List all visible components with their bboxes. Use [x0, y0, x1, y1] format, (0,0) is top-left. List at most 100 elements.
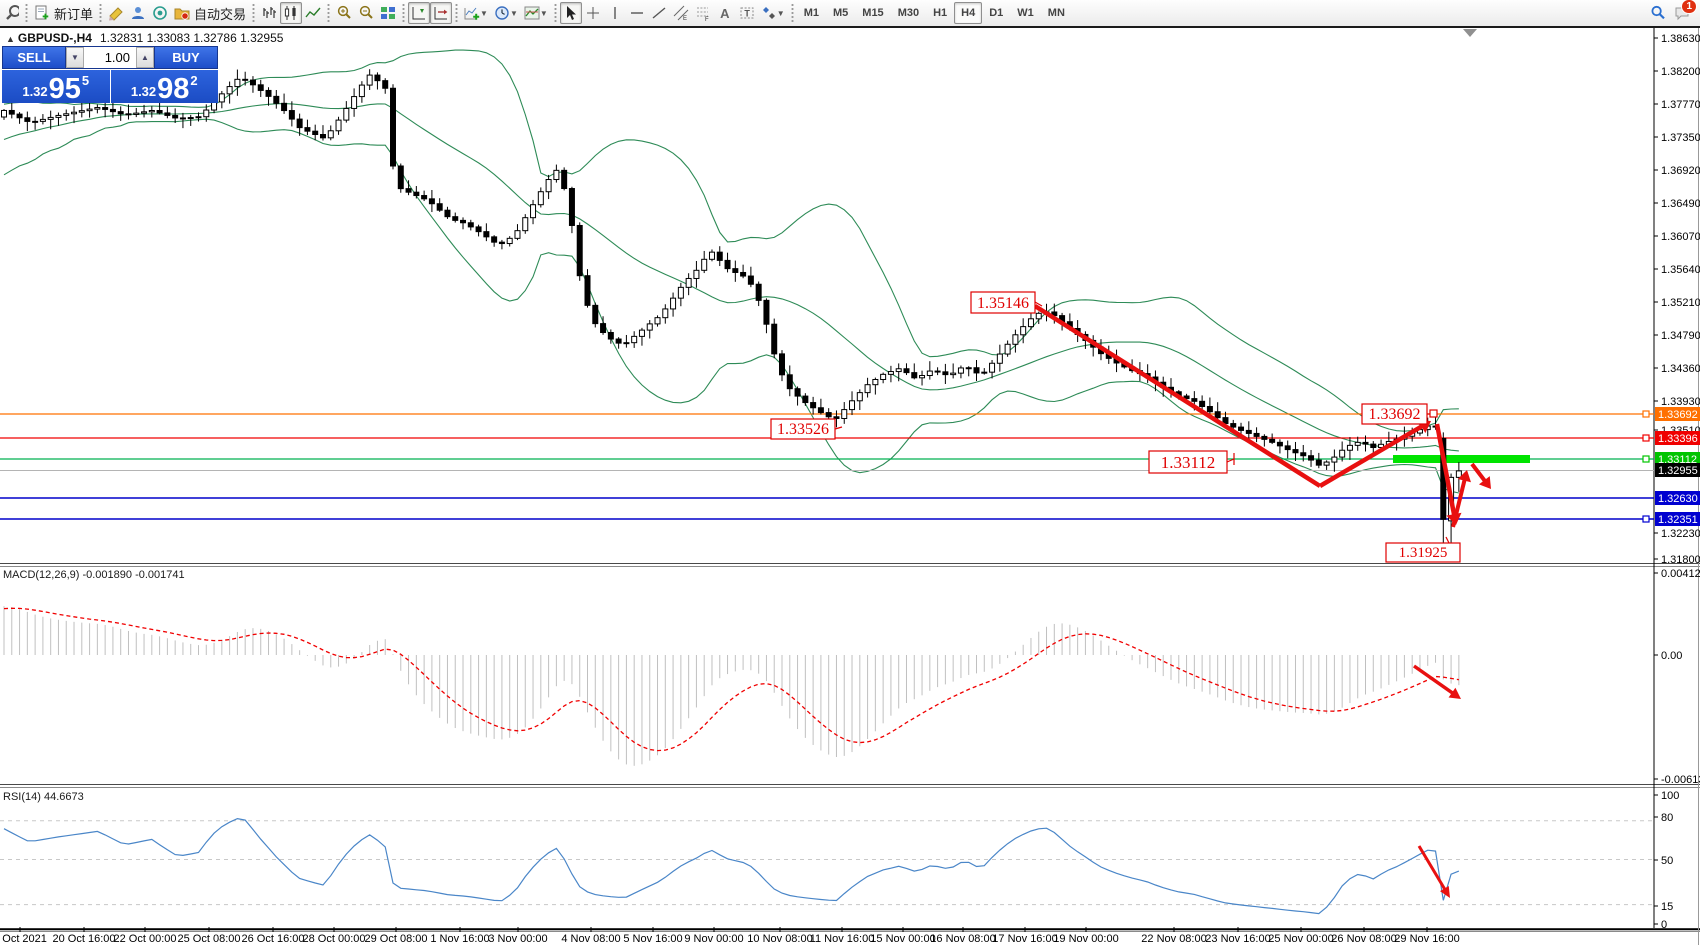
chart-canvas[interactable]: 1.386301.382001.377701.373501.369201.364…	[0, 0, 1700, 945]
profile-icon	[130, 5, 146, 21]
auto-scroll-button[interactable]	[430, 2, 452, 24]
toolbar-grip	[454, 3, 459, 23]
text-label-button[interactable]: T	[736, 2, 758, 24]
svg-text:1.35640: 1.35640	[1661, 264, 1700, 276]
timeframe-button-m15[interactable]: M15	[855, 2, 890, 24]
fibonacci-button[interactable]: F	[692, 2, 714, 24]
chart-symbol-period: GBPUSD-,H4	[18, 31, 92, 45]
dropdown-caret: ▼	[480, 9, 488, 18]
timeframe-button-h1[interactable]: H1	[926, 2, 954, 24]
svg-text:3 Nov 00:00: 3 Nov 00:00	[488, 933, 547, 945]
alerts-button[interactable]	[149, 2, 171, 24]
sound-icon	[152, 5, 168, 21]
volume-decrease-button[interactable]: ▼	[66, 47, 84, 68]
svg-text:28 Oct 00:00: 28 Oct 00:00	[303, 933, 366, 945]
timeframe-button-m30[interactable]: M30	[891, 2, 926, 24]
timeframe-button-h4[interactable]: H4	[954, 2, 982, 24]
svg-text:5 Nov 16:00: 5 Nov 16:00	[623, 933, 682, 945]
cursor-button[interactable]	[560, 2, 582, 24]
sell-price-big: 95	[49, 76, 81, 102]
svg-text:1.36490: 1.36490	[1661, 198, 1700, 210]
search-icon[interactable]	[1650, 5, 1666, 21]
new-order-label: 新订单	[54, 4, 93, 23]
timeframe-button-w1[interactable]: W1	[1010, 2, 1041, 24]
timeframe-button-d1[interactable]: D1	[982, 2, 1010, 24]
svg-text:1.34790: 1.34790	[1661, 330, 1700, 342]
auto-trading-label: 自动交易	[194, 4, 246, 23]
notifications-button[interactable]: 1	[1674, 5, 1690, 21]
vertical-line-button[interactable]	[604, 2, 626, 24]
trendline-button[interactable]	[648, 2, 670, 24]
rsi-label: RSI(14) 44.6673	[3, 791, 84, 803]
zoom-out-button[interactable]	[355, 2, 377, 24]
svg-text:22 Oct 00:00: 22 Oct 00:00	[114, 933, 177, 945]
svg-text:1 Nov 16:00: 1 Nov 16:00	[430, 933, 489, 945]
volume-increase-button[interactable]: ▲	[136, 47, 154, 68]
crosshair-button[interactable]	[582, 2, 604, 24]
svg-text:25 Nov 00:00: 25 Nov 00:00	[1268, 933, 1333, 945]
new-order-button[interactable]: 新订单	[31, 2, 96, 24]
timeframe-button-mn[interactable]: MN	[1041, 2, 1072, 24]
dropdown-caret: ▼	[540, 9, 548, 18]
svg-text:100: 100	[1661, 790, 1679, 802]
auto-trading-icon	[174, 5, 190, 21]
chart-shift-button[interactable]	[408, 2, 430, 24]
period-button[interactable]: ▼	[491, 2, 521, 24]
crosshair-style-button[interactable]	[105, 2, 127, 24]
svg-text:1.31800: 1.31800	[1661, 554, 1700, 566]
svg-text:1.33692: 1.33692	[1369, 406, 1421, 423]
toolbar-grip	[326, 3, 331, 23]
svg-text:1.37770: 1.37770	[1661, 99, 1700, 111]
dropdown-caret: ▼	[777, 9, 785, 18]
auto-trading-button[interactable]: 自动交易	[171, 2, 249, 24]
toolbar-grip	[98, 3, 103, 23]
svg-text:1.33930: 1.33930	[1661, 396, 1700, 408]
timeframe-button-m1[interactable]: M1	[797, 2, 826, 24]
svg-text:17 Nov 16:00: 17 Nov 16:00	[992, 933, 1057, 945]
svg-text:1.32630: 1.32630	[1658, 493, 1698, 505]
svg-text:26 Oct 16:00: 26 Oct 16:00	[242, 933, 305, 945]
horizontal-line-button[interactable]	[626, 2, 648, 24]
bar-chart-button[interactable]	[258, 2, 280, 24]
chart-marker-icon: ▲	[6, 34, 15, 44]
svg-text:1.38630: 1.38630	[1661, 33, 1700, 45]
volume-input[interactable]	[84, 47, 136, 68]
svg-text:29 Oct 08:00: 29 Oct 08:00	[365, 933, 428, 945]
svg-text:0.004128: 0.004128	[1661, 568, 1700, 580]
sell-price-pip: 5	[82, 73, 89, 88]
text-button[interactable]: A	[714, 2, 736, 24]
svg-text:1.38200: 1.38200	[1661, 66, 1700, 78]
clipped-left-icon	[0, 2, 22, 24]
buy-price[interactable]: 1.32 98 2	[111, 70, 219, 103]
svg-text:0.00: 0.00	[1661, 650, 1682, 662]
profile-button[interactable]	[127, 2, 149, 24]
add-indicator-button[interactable]: ▼	[461, 2, 491, 24]
timeframe-button-m5[interactable]: M5	[826, 2, 855, 24]
candlestick-chart-button[interactable]	[280, 2, 302, 24]
buy-button[interactable]: BUY	[154, 46, 218, 69]
macd-label: MACD(12,26,9) -0.001890 -0.001741	[3, 569, 185, 581]
green-supply-zone	[1393, 455, 1530, 463]
equidistant-channel-button[interactable]: E	[670, 2, 692, 24]
tile-windows-button[interactable]	[377, 2, 399, 24]
toolbar-right: 1	[1650, 5, 1690, 21]
sell-price[interactable]: 1.32 95 5	[2, 70, 110, 103]
svg-text:1.33112: 1.33112	[1161, 453, 1216, 472]
arrows-tool-button[interactable]: ▼	[758, 2, 788, 24]
svg-text:11 Nov 16:00: 11 Nov 16:00	[810, 933, 875, 945]
svg-text:20 Oct 16:00: 20 Oct 16:00	[53, 933, 116, 945]
timeframe-toolbar: M1M5M15M30H1H4D1W1MN	[797, 2, 1072, 24]
svg-text:1.33692: 1.33692	[1658, 409, 1698, 421]
line-chart-button[interactable]	[302, 2, 324, 24]
svg-text:9 Nov 00:00: 9 Nov 00:00	[684, 933, 743, 945]
svg-text:1.33526: 1.33526	[777, 421, 829, 438]
svg-text:10 Nov 08:00: 10 Nov 08:00	[747, 933, 812, 945]
sell-button[interactable]: SELL	[2, 46, 66, 69]
zoom-in-button[interactable]	[333, 2, 355, 24]
crayon-icon	[108, 5, 124, 21]
template-button[interactable]: ▼	[521, 2, 551, 24]
svg-text:1.31925: 1.31925	[1399, 545, 1448, 561]
chart-title: ▲GBPUSD-,H41.32831 1.33083 1.32786 1.329…	[6, 31, 283, 45]
svg-text:29 Nov 16:00: 29 Nov 16:00	[1394, 933, 1459, 945]
svg-text:1.32230: 1.32230	[1661, 528, 1700, 540]
